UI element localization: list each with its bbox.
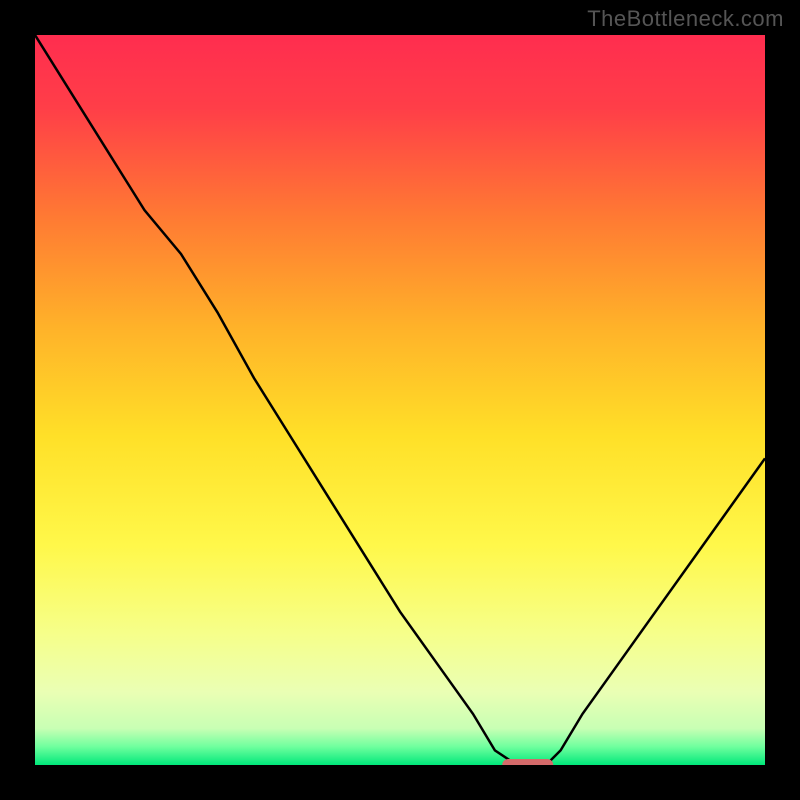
plot-frame <box>35 35 765 765</box>
watermark-text: TheBottleneck.com <box>587 6 784 32</box>
gradient-background <box>35 35 765 765</box>
chart-container: TheBottleneck.com <box>0 0 800 800</box>
optimal-range-marker <box>502 759 553 765</box>
plot-svg <box>35 35 765 765</box>
